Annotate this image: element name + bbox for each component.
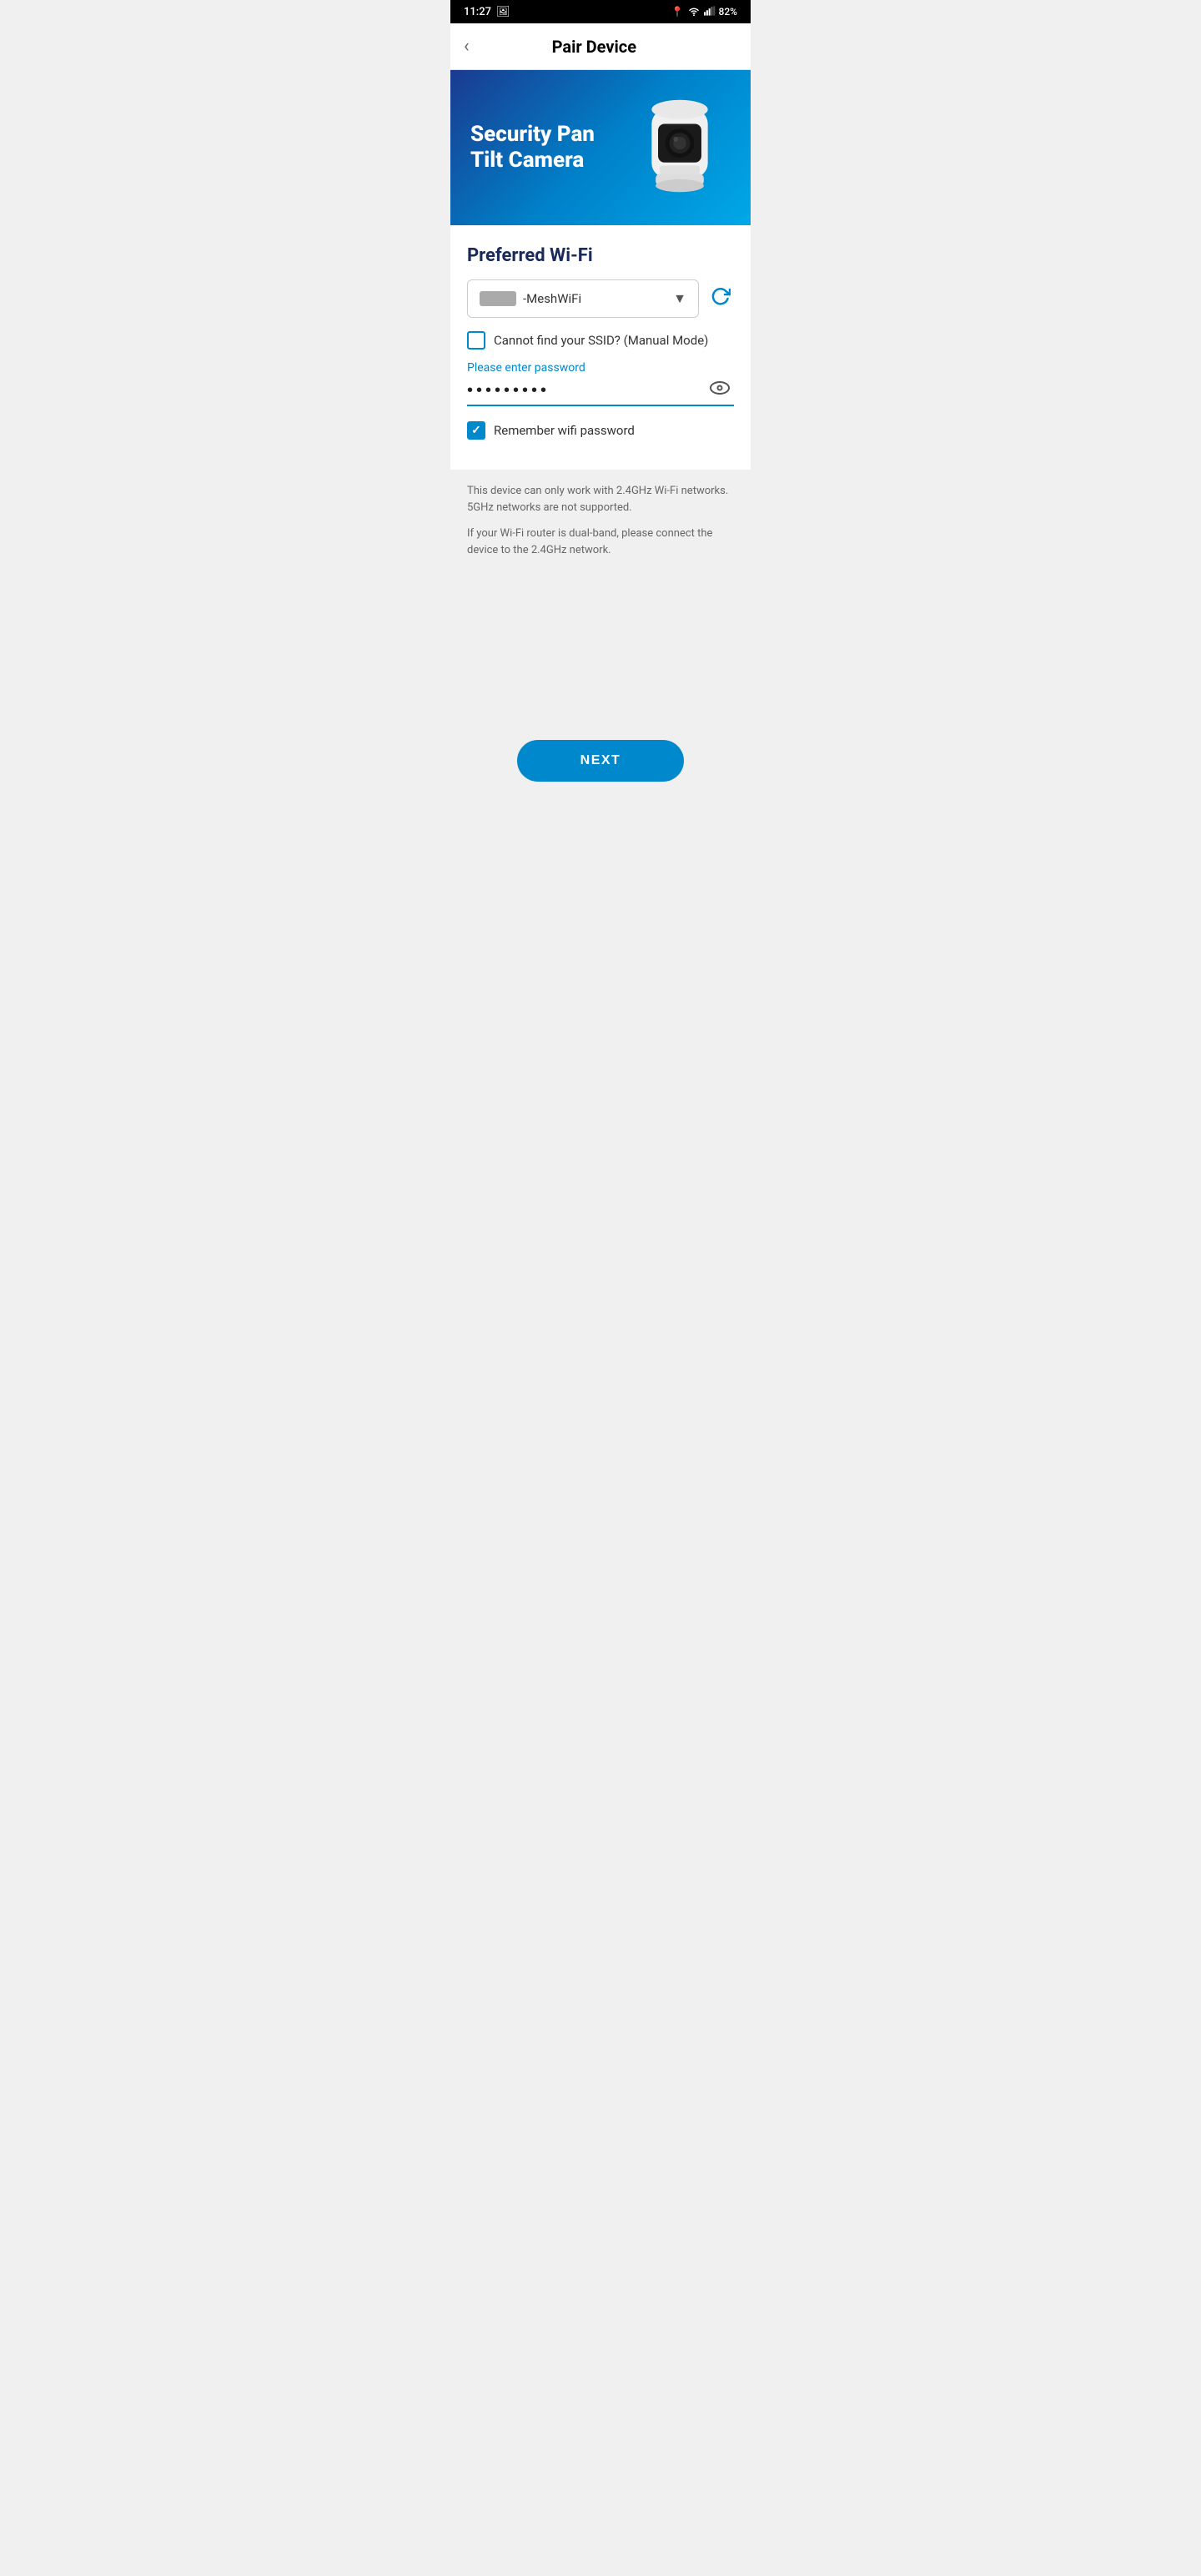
status-bar: 11:27 🖼 📍 82% bbox=[450, 0, 751, 23]
wifi-select-row: -MeshWiFi ▼ bbox=[467, 279, 734, 318]
info-section: This device can only work with 2.4GHz Wi… bbox=[450, 470, 751, 720]
password-field-row bbox=[467, 380, 734, 406]
checkmark-icon: ✓ bbox=[471, 424, 481, 437]
gallery-icon: 🖼 bbox=[496, 6, 510, 18]
wifi-dropdown[interactable]: -MeshWiFi ▼ bbox=[467, 279, 699, 318]
remember-password-checkbox[interactable]: ✓ bbox=[467, 421, 485, 440]
page-header: ‹ Pair Device bbox=[450, 23, 751, 70]
info-text-2: If your Wi-Fi router is dual-band, pleas… bbox=[467, 526, 734, 558]
next-button[interactable]: NEXT bbox=[517, 740, 684, 782]
wifi-name-display: -MeshWiFi bbox=[480, 291, 581, 306]
chevron-down-icon: ▼ bbox=[673, 290, 686, 307]
manual-mode-row[interactable]: Cannot find your SSID? (Manual Mode) bbox=[467, 331, 734, 350]
ssid-redacted-block bbox=[480, 291, 516, 306]
page-title: Pair Device bbox=[476, 37, 712, 57]
bottom-bar: NEXT bbox=[450, 720, 751, 808]
password-label: Please enter password bbox=[467, 361, 734, 375]
remember-password-row[interactable]: ✓ Remember wifi password bbox=[467, 421, 734, 440]
manual-mode-label: Cannot find your SSID? (Manual Mode) bbox=[494, 333, 708, 348]
info-text-1: This device can only work with 2.4GHz Wi… bbox=[467, 483, 734, 516]
time-display: 11:27 bbox=[464, 6, 491, 18]
main-content: Preferred Wi-Fi -MeshWiFi ▼ Cannot find … bbox=[450, 225, 751, 470]
refresh-button[interactable] bbox=[707, 283, 734, 314]
remember-password-label: Remember wifi password bbox=[494, 423, 635, 438]
password-visibility-toggle[interactable] bbox=[706, 380, 734, 401]
status-left: 11:27 🖼 bbox=[464, 6, 510, 18]
password-input[interactable] bbox=[467, 381, 706, 400]
hero-banner: Security Pan Tilt Camera bbox=[450, 70, 751, 225]
back-button[interactable]: ‹ bbox=[464, 31, 476, 63]
location-icon: 📍 bbox=[671, 6, 684, 18]
hero-camera-title: Security Pan Tilt Camera bbox=[470, 122, 621, 174]
section-title-wifi: Preferred Wi-Fi bbox=[467, 245, 734, 266]
wifi-ssid-text: -MeshWiFi bbox=[523, 291, 581, 306]
camera-image bbox=[634, 93, 734, 202]
status-right: 📍 82% bbox=[671, 6, 737, 18]
signal-icon bbox=[704, 6, 716, 18]
wifi-icon bbox=[687, 6, 701, 18]
battery-display: 82% bbox=[719, 6, 737, 18]
manual-mode-checkbox[interactable] bbox=[467, 331, 485, 350]
